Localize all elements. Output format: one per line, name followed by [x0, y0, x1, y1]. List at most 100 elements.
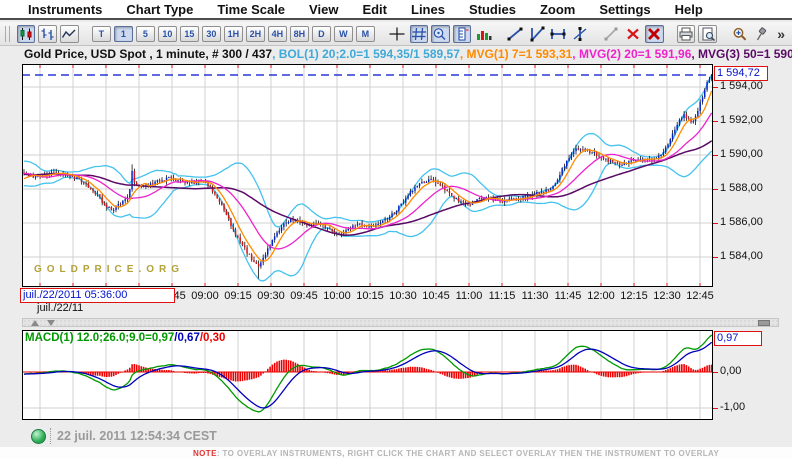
line-chart-button[interactable]	[60, 25, 79, 43]
delete-line-button[interactable]	[624, 25, 642, 43]
macd-axis-tick	[713, 408, 718, 409]
print-preview-button[interactable]	[698, 25, 717, 43]
price-axis-label: 1 586,00	[720, 216, 763, 228]
price-axis-label: 1 588,00	[720, 182, 763, 194]
timeframe-button-5[interactable]: 5	[136, 26, 155, 42]
candlestick-chart-button[interactable]	[17, 25, 36, 43]
volume-toggle-button[interactable]	[474, 25, 492, 43]
charting-application: Instruments Chart Type Time Scale View Edit L…	[0, 0, 792, 459]
horizontal-line-button[interactable]	[549, 25, 567, 43]
menu-studies[interactable]: Studies	[469, 2, 516, 17]
price-chart-panel[interactable]: GOLDPRICE.ORG	[22, 64, 713, 287]
crosshair-button[interactable]	[388, 25, 406, 43]
timeframe-button-4h[interactable]: 4H	[268, 26, 287, 42]
pin-button[interactable]	[752, 25, 770, 43]
timeframe-button-1h[interactable]: 1H	[224, 26, 243, 42]
menu-view[interactable]: View	[309, 2, 338, 17]
note-text: : TO OVERLAY INSTRUMENTS, RIGHT CLICK TH…	[217, 449, 719, 458]
price-note-button[interactable]	[431, 25, 450, 43]
crosshair-icon	[389, 27, 405, 41]
timeframe-button-15[interactable]: 15	[180, 26, 199, 42]
menu-lines[interactable]: Lines	[411, 2, 445, 17]
timeframe-button-w[interactable]: W	[334, 26, 353, 42]
time-axis-label: 11:45	[550, 290, 586, 302]
time-axis-label: 12:00	[583, 290, 619, 302]
timeframe-button-group: T151015301H2H4H8HDWM	[92, 26, 375, 42]
menu-settings[interactable]: Settings	[599, 2, 650, 17]
price-chart-canvas[interactable]	[22, 64, 713, 287]
ohlc-chart-button[interactable]	[38, 25, 57, 43]
splitter-collapse-down-icon[interactable]	[47, 320, 55, 326]
delete-all-lines-button[interactable]	[645, 25, 664, 43]
splitter-grip-icon[interactable]	[758, 320, 770, 326]
time-axis-label: 09:30	[253, 290, 289, 302]
timeframe-button-m[interactable]: M	[356, 26, 375, 42]
zoom-in-button[interactable]	[730, 25, 748, 43]
time-axis-label: 11:15	[484, 290, 520, 302]
time-axis-label: 12:30	[649, 290, 685, 302]
goldprice-watermark: GOLDPRICE.ORG	[34, 264, 184, 275]
macd-axis-label: 0,00	[720, 365, 741, 377]
macd-signal-label: /0,67	[174, 332, 200, 344]
timeframe-button-1[interactable]: 1	[114, 26, 133, 42]
price-axis-tick	[713, 121, 718, 122]
vertical-line-button[interactable]	[570, 25, 588, 43]
axis-values-button[interactable]	[453, 25, 472, 43]
toolbar-drag-handle[interactable]	[5, 26, 10, 42]
timeframe-button-d[interactable]: D	[312, 26, 331, 42]
trend-line-icon	[506, 26, 524, 42]
candlestick-chart-icon	[18, 27, 34, 41]
menu-time-scale[interactable]: Time Scale	[217, 2, 285, 17]
timeframe-button-10[interactable]: 10	[158, 26, 177, 42]
timeframe-button-30[interactable]: 30	[202, 26, 221, 42]
splitter-collapse-up-icon[interactable]	[31, 320, 39, 326]
menu-chart-type[interactable]: Chart Type	[126, 2, 193, 17]
timeframe-button-2h[interactable]: 2H	[246, 26, 265, 42]
macd-axis-tick	[713, 372, 718, 373]
panel-splitter[interactable]	[22, 318, 779, 327]
status-separator	[50, 428, 51, 444]
extended-line-button[interactable]	[528, 25, 546, 43]
footer-note: NOTE: TO OVERLAY INSTRUMENTS, RIGHT CLIC…	[0, 447, 792, 459]
note-prefix: NOTE	[193, 449, 217, 458]
print-button[interactable]	[677, 25, 696, 43]
menu-zoom[interactable]: Zoom	[540, 2, 575, 17]
macd-study-label: MACD(1) 12.0;26.0;9.0=0,97/0,67/0,30	[25, 332, 225, 344]
bollinger-values-label: , BOL(1) 20;2.0=1 594,35/1 589,57	[272, 47, 460, 61]
trend-line-button[interactable]	[506, 25, 524, 43]
macd-value-label: MACD(1) 12.0;26.0;9.0=0,97	[25, 332, 174, 344]
time-axis-label: 12:45	[682, 290, 718, 302]
grid-toggle-button[interactable]	[410, 25, 429, 43]
price-axis-tick	[713, 189, 718, 190]
time-axis-label: 11:30	[517, 290, 553, 302]
price-axis-label: 1 584,00	[720, 250, 763, 262]
price-axis-label: 1 594,00	[720, 80, 763, 92]
volume-icon	[476, 27, 492, 41]
status-timestamp: 22 juil. 2011 12:54:34 CEST	[57, 429, 217, 443]
time-axis-label: 10:30	[385, 290, 421, 302]
mvg7-value-label: , MVG(1) 7=1 593,31	[460, 47, 572, 61]
axis-values-icon	[454, 27, 470, 41]
print-icon	[678, 27, 694, 41]
macd-value-box: 0,97	[714, 331, 762, 346]
menu-edit[interactable]: Edit	[362, 2, 387, 17]
time-axis-label: 10:45	[418, 290, 454, 302]
price-axis-label: 1 590,00	[720, 148, 763, 160]
date-label: juil./22/11	[37, 302, 83, 314]
timeframe-button-8h[interactable]: 8H	[290, 26, 309, 42]
time-axis-label: 09:45	[286, 290, 322, 302]
line-chart-icon	[61, 27, 77, 41]
macd-axis-label: -1,00	[720, 401, 745, 413]
menu-instruments[interactable]: Instruments	[28, 2, 102, 17]
vertical-line-icon	[571, 26, 589, 42]
time-axis-label: 09:00	[187, 290, 223, 302]
toolbar-overflow-button[interactable]: »	[773, 26, 789, 42]
print-preview-icon	[700, 27, 716, 41]
timeframe-button-t[interactable]: T	[92, 26, 111, 42]
time-axis-label: 12:15	[616, 290, 652, 302]
time-axis-label: 09:15	[220, 290, 256, 302]
disabled-line-button	[602, 25, 620, 43]
menu-help[interactable]: Help	[675, 2, 703, 17]
extended-line-icon	[528, 26, 546, 42]
mvg50-value-label: , MVG(3) 50=1 590	[691, 47, 792, 61]
